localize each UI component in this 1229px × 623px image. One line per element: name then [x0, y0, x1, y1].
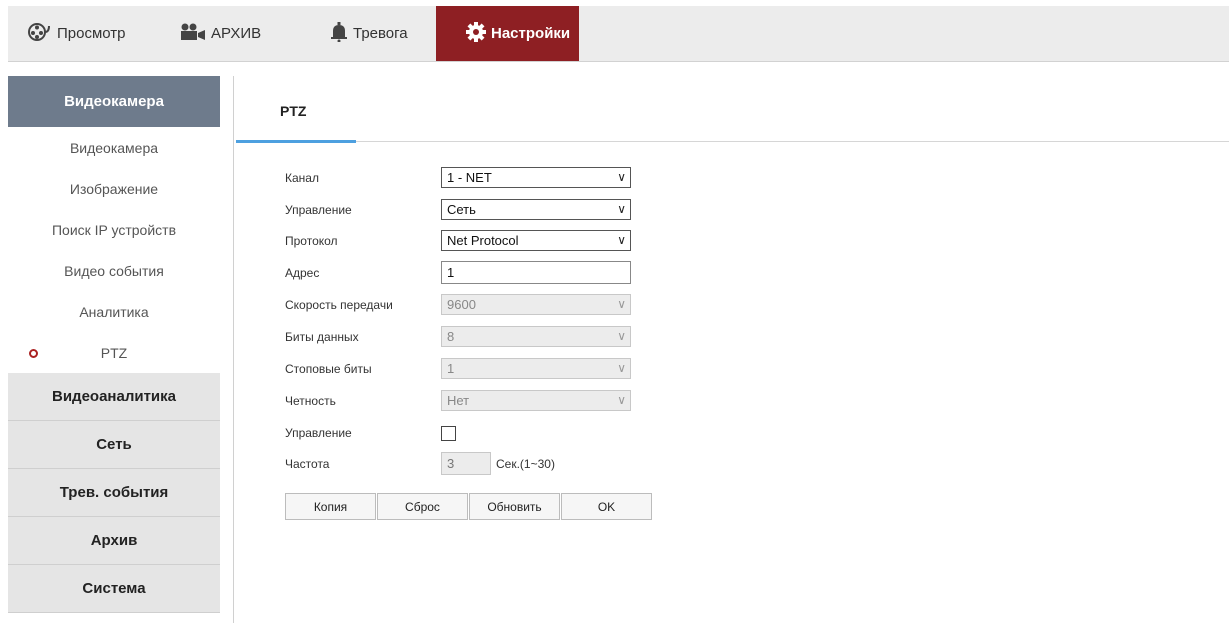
sidebar-item-camera[interactable]: Видеокамера [8, 127, 220, 168]
title-accent-bar [236, 140, 356, 143]
baudrate-label: Скорость передачи [285, 298, 393, 312]
sidebar-item-ip-search[interactable]: Поиск IP устройств [8, 209, 220, 250]
copy-button[interactable]: Копия [285, 493, 376, 520]
manage-label: Управление [285, 426, 352, 440]
divider [233, 76, 234, 623]
baudrate-select[interactable]: 9600 ∨ [441, 294, 631, 315]
tab-archive[interactable]: АРХИВ [180, 6, 290, 61]
active-indicator-icon [29, 349, 38, 358]
control-value: Сеть [447, 202, 476, 217]
chevron-down-icon: ∨ [617, 202, 626, 216]
chevron-down-icon: ∨ [617, 297, 626, 311]
gear-icon [466, 21, 486, 46]
manage-checkbox[interactable] [441, 426, 456, 441]
frequency-hint: Сек.(1~30) [496, 457, 555, 471]
sidebar-group-alarm-events[interactable]: Трев. события [8, 469, 220, 517]
frequency-input[interactable]: 3 [441, 452, 491, 475]
sidebar-group-network[interactable]: Сеть [8, 421, 220, 469]
row-frequency: Частота [285, 453, 441, 475]
bell-icon [330, 21, 348, 46]
address-label: Адрес [285, 266, 320, 280]
parity-label: Четность [285, 394, 336, 408]
parity-value: Нет [447, 393, 470, 408]
protocol-value: Net Protocol [447, 233, 519, 248]
control-select[interactable]: Сеть ∨ [441, 199, 631, 220]
chevron-down-icon: ∨ [617, 233, 626, 247]
sidebar-item-video-events[interactable]: Видео события [8, 250, 220, 291]
chevron-down-icon: ∨ [617, 170, 626, 184]
channel-value: 1 - NET [447, 170, 492, 185]
tab-settings-label: Настройки [491, 25, 571, 42]
tab-archive-label: АРХИВ [211, 25, 262, 42]
sidebar-header-camera[interactable]: Видеокамера [8, 76, 220, 127]
chevron-down-icon: ∨ [617, 361, 626, 375]
tab-view-label: Просмотр [57, 25, 126, 42]
channel-label: Канал [285, 171, 319, 185]
reset-button[interactable]: Сброс [377, 493, 468, 520]
chevron-down-icon: ∨ [617, 393, 626, 407]
row-baudrate: Скорость передачи [285, 294, 441, 316]
databits-label: Биты данных [285, 330, 359, 344]
protocol-select[interactable]: Net Protocol ∨ [441, 230, 631, 251]
sidebar-item-ptz-label: PTZ [100, 344, 128, 361]
row-parity: Четность [285, 390, 441, 412]
row-control: Управление [285, 199, 441, 221]
frequency-label: Частота [285, 457, 330, 471]
protocol-label: Протокол [285, 234, 338, 248]
channel-select[interactable]: 1 - NET ∨ [441, 167, 631, 188]
address-input[interactable]: 1 [441, 261, 631, 284]
page-title: PTZ [280, 103, 307, 119]
row-stopbits: Стоповые биты [285, 358, 441, 380]
row-address: Адрес [285, 262, 441, 284]
tab-alarm[interactable]: Тревога [330, 6, 440, 61]
sidebar-group-video-analytics[interactable]: Видеоаналитика [8, 373, 220, 421]
stopbits-select[interactable]: 1 ∨ [441, 358, 631, 379]
sidebar: Видеокамера Видеокамера Изображение Поис… [8, 76, 220, 623]
sidebar-item-ptz[interactable]: PTZ [8, 332, 220, 373]
sidebar-item-image[interactable]: Изображение [8, 168, 220, 209]
row-channel: Канал [285, 167, 441, 189]
sidebar-group-archive[interactable]: Архив [8, 517, 220, 565]
tab-view[interactable]: Просмотр [28, 6, 158, 61]
sidebar-group-system[interactable]: Система [8, 565, 220, 613]
ok-button[interactable]: OK [561, 493, 652, 520]
top-nav: Просмотр АРХИВ Тревога Настройки [8, 6, 1229, 62]
refresh-button[interactable]: Обновить [469, 493, 560, 520]
stopbits-value: 1 [447, 361, 455, 376]
databits-select[interactable]: 8 ∨ [441, 326, 631, 347]
sidebar-item-analytics[interactable]: Аналитика [8, 291, 220, 332]
control-label: Управление [285, 203, 352, 217]
stopbits-label: Стоповые биты [285, 362, 372, 376]
row-protocol: Протокол [285, 230, 441, 252]
chevron-down-icon: ∨ [617, 329, 626, 343]
tab-settings[interactable]: Настройки [436, 6, 579, 61]
row-databits: Биты данных [285, 326, 441, 348]
title-divider [236, 141, 1229, 142]
databits-value: 8 [447, 329, 455, 344]
film-camera-icon [180, 23, 206, 45]
row-manage: Управление [285, 422, 441, 444]
tab-alarm-label: Тревога [353, 25, 408, 42]
camera-reel-icon [28, 22, 52, 46]
baudrate-value: 9600 [447, 297, 476, 312]
parity-select[interactable]: Нет ∨ [441, 390, 631, 411]
